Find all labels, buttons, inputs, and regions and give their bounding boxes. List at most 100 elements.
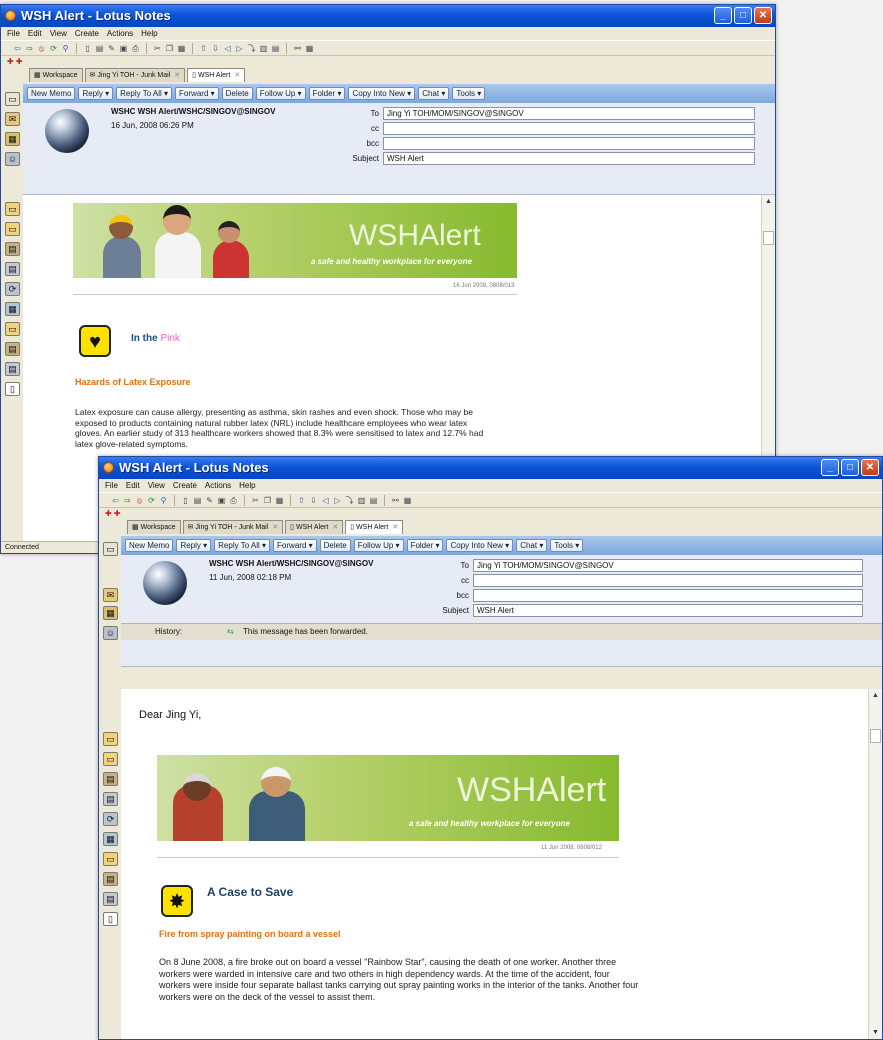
- menu-file[interactable]: File: [7, 27, 20, 40]
- folder-icon[interactable]: ▭: [5, 202, 20, 216]
- binoculars-icon[interactable]: ⚯: [293, 44, 302, 53]
- search-icon[interactable]: ⚲: [61, 44, 70, 53]
- menu-edit[interactable]: Edit: [28, 27, 42, 40]
- database-icon[interactable]: ▤: [103, 772, 118, 786]
- maximize-button[interactable]: □: [841, 459, 859, 476]
- bookmark-icon[interactable]: ▭: [5, 92, 20, 106]
- close-tab-icon[interactable]: ✕: [234, 69, 240, 82]
- stop-icon[interactable]: ⦸: [135, 496, 144, 505]
- nav-next-icon[interactable]: ▷: [333, 496, 342, 505]
- cut-icon[interactable]: ✂: [153, 44, 162, 53]
- new-icon[interactable]: ▯: [181, 496, 190, 505]
- open-icon[interactable]: ▤: [95, 44, 104, 53]
- paste-icon[interactable]: ▦: [275, 496, 284, 505]
- tab-wsh-alert[interactable]: ▯ WSH Alert ✕: [187, 68, 246, 82]
- refresh-icon[interactable]: ⟳: [49, 44, 58, 53]
- close-tab-icon[interactable]: ✕: [272, 521, 278, 534]
- database-icon[interactable]: ▤: [103, 872, 118, 886]
- edit-icon[interactable]: ✎: [107, 44, 116, 53]
- reply-button[interactable]: Reply ▾: [78, 87, 114, 100]
- navigate-icon[interactable]: ⤵: [247, 44, 256, 53]
- back-icon[interactable]: ⇦: [111, 496, 120, 505]
- scroll-down-arrow[interactable]: ▼: [869, 1026, 882, 1039]
- bcc-field[interactable]: [383, 137, 755, 150]
- scroll-up-arrow[interactable]: ▲: [869, 689, 882, 702]
- contacts-icon[interactable]: ☺: [5, 152, 20, 166]
- preview-icon[interactable]: ▤: [369, 496, 378, 505]
- new-memo-button[interactable]: New Memo: [27, 87, 76, 100]
- folder-button[interactable]: Folder ▾: [308, 87, 346, 100]
- to-field[interactable]: Jing Yi TOH/MOM/SINGOV@SINGOV: [473, 559, 863, 572]
- forward-icon[interactable]: ⇨: [25, 44, 34, 53]
- mail-icon[interactable]: ✉: [5, 112, 20, 126]
- delete-button[interactable]: Delete: [319, 539, 351, 552]
- reply-button[interactable]: Reply ▾: [176, 539, 212, 552]
- menu-edit[interactable]: Edit: [126, 479, 140, 492]
- cc-field[interactable]: [383, 122, 755, 135]
- nav-down-icon[interactable]: ⇩: [211, 44, 220, 53]
- folder-icon[interactable]: ▭: [103, 852, 118, 866]
- database-icon[interactable]: ▤: [5, 342, 20, 356]
- menu-view[interactable]: View: [148, 479, 165, 492]
- close-tab-icon[interactable]: ✕: [392, 521, 398, 534]
- open-icon[interactable]: ▤: [193, 496, 202, 505]
- tools-button[interactable]: Tools ▾: [452, 87, 486, 100]
- copy-into-new-button[interactable]: Copy Into New ▾: [446, 539, 514, 552]
- cc-field[interactable]: [473, 574, 863, 587]
- contacts-icon[interactable]: ☺: [103, 626, 118, 640]
- edit-icon[interactable]: ✎: [205, 496, 214, 505]
- print-icon[interactable]: ⎙: [131, 44, 140, 53]
- tab-workspace[interactable]: ▦ Workspace: [127, 520, 181, 534]
- replication-icon[interactable]: ⟳: [103, 812, 118, 826]
- menu-create[interactable]: Create: [173, 479, 197, 492]
- scroll-up-arrow[interactable]: ▲: [762, 195, 775, 208]
- database-icon[interactable]: ▤: [5, 242, 20, 256]
- chat-button[interactable]: Chat ▾: [418, 87, 450, 100]
- scroll-thumb[interactable]: [763, 231, 774, 245]
- database-icon[interactable]: ▤: [5, 262, 20, 276]
- close-tab-icon[interactable]: ✕: [174, 69, 180, 82]
- calendar-icon[interactable]: ▦: [305, 44, 314, 53]
- menu-help[interactable]: Help: [141, 27, 157, 40]
- subject-field[interactable]: WSH Alert: [473, 604, 863, 617]
- copy-icon[interactable]: ❐: [165, 44, 174, 53]
- scroll-thumb[interactable]: [870, 729, 881, 743]
- tab-wsh-alert[interactable]: ▯ WSH Alert ✕: [285, 520, 344, 534]
- reply-all-button[interactable]: Reply To All ▾: [214, 539, 271, 552]
- database-icon[interactable]: ▤: [103, 892, 118, 906]
- reply-all-button[interactable]: Reply To All ▾: [116, 87, 173, 100]
- minimize-button[interactable]: _: [821, 459, 839, 476]
- nav-down-icon[interactable]: ⇩: [309, 496, 318, 505]
- new-icon[interactable]: ▯: [83, 44, 92, 53]
- forward-button[interactable]: Forward ▾: [273, 539, 317, 552]
- close-tab-icon[interactable]: ✕: [332, 521, 338, 534]
- close-button[interactable]: ✕: [861, 459, 879, 476]
- document-icon[interactable]: ▯: [103, 912, 118, 926]
- folder-icon[interactable]: ▭: [5, 222, 20, 236]
- calendar-icon[interactable]: ▦: [5, 132, 20, 146]
- document-icon[interactable]: ▯: [5, 382, 20, 396]
- folder-icon[interactable]: ▭: [103, 752, 118, 766]
- menu-create[interactable]: Create: [75, 27, 99, 40]
- tab-junk-mail[interactable]: ✉ Jing Yi TOH - Junk Mail ✕: [84, 68, 186, 82]
- navigate-icon[interactable]: ⤵: [345, 496, 354, 505]
- cut-icon[interactable]: ✂: [251, 496, 260, 505]
- tools-button[interactable]: Tools ▾: [550, 539, 584, 552]
- to-field[interactable]: Jing Yi TOH/MOM/SINGOV@SINGOV: [383, 107, 755, 120]
- folder-icon[interactable]: ▭: [103, 732, 118, 746]
- follow-up-button[interactable]: Follow Up ▾: [255, 87, 306, 100]
- menu-actions[interactable]: Actions: [205, 479, 231, 492]
- folder-button[interactable]: Folder ▾: [406, 539, 444, 552]
- database-icon[interactable]: ▤: [103, 792, 118, 806]
- chat-button[interactable]: Chat ▾: [516, 539, 548, 552]
- calendar-icon[interactable]: ▦: [103, 606, 118, 620]
- delete-button[interactable]: Delete: [221, 87, 253, 100]
- menu-help[interactable]: Help: [239, 479, 255, 492]
- mail-icon[interactable]: ✉: [103, 588, 118, 602]
- tab-junk-mail[interactable]: ✉ Jing Yi TOH - Junk Mail ✕: [182, 520, 284, 534]
- calendar-icon[interactable]: ▦: [403, 496, 412, 505]
- preview-icon[interactable]: ▤: [271, 44, 280, 53]
- back-icon[interactable]: ⇦: [13, 44, 22, 53]
- minimize-button[interactable]: _: [714, 7, 732, 24]
- bookmark-icon[interactable]: ▭: [103, 542, 118, 556]
